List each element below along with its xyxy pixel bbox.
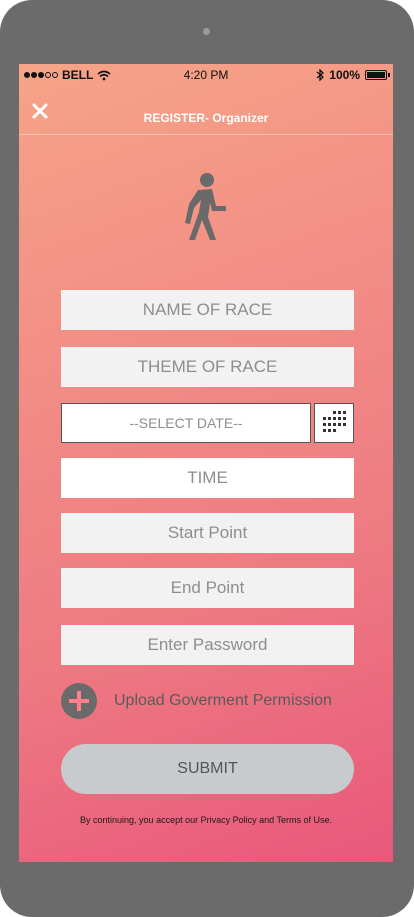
status-right: 100% <box>316 68 390 82</box>
battery-percent: 100% <box>329 68 360 82</box>
password-input[interactable]: Enter Password <box>61 625 354 665</box>
plus-circle-icon[interactable] <box>61 683 97 719</box>
bluetooth-icon <box>316 69 325 81</box>
race-theme-input[interactable]: THEME OF RACE <box>61 347 354 387</box>
camera-dot <box>203 28 210 35</box>
screen: BELL 4:20 PM 100% REGISTER- Organizer NA… <box>19 64 393 862</box>
upload-permission-label: Upload Goverment Permission <box>114 692 332 709</box>
submit-button[interactable]: SUBMIT <box>61 744 354 794</box>
end-point-input[interactable]: End Point <box>61 568 354 608</box>
phone-frame: BELL 4:20 PM 100% REGISTER- Organizer NA… <box>0 0 414 917</box>
upload-permission-button[interactable]: Upload Goverment Permission <box>61 683 332 719</box>
battery-icon <box>365 70 390 80</box>
calendar-icon <box>323 411 346 432</box>
page-title: REGISTER- Organizer <box>143 111 269 125</box>
status-bar: BELL 4:20 PM 100% <box>19 64 393 86</box>
nav-bar: REGISTER- Organizer <box>19 94 393 135</box>
time-input[interactable]: TIME <box>61 458 354 498</box>
race-name-input[interactable]: NAME OF RACE <box>61 290 354 330</box>
date-select-input[interactable]: --SELECT DATE-- <box>61 403 311 443</box>
calendar-button[interactable] <box>314 403 354 443</box>
terms-text: By continuing, you accept our Privacy Po… <box>80 815 332 825</box>
start-point-input[interactable]: Start Point <box>61 513 354 553</box>
walking-person-icon <box>185 173 226 240</box>
